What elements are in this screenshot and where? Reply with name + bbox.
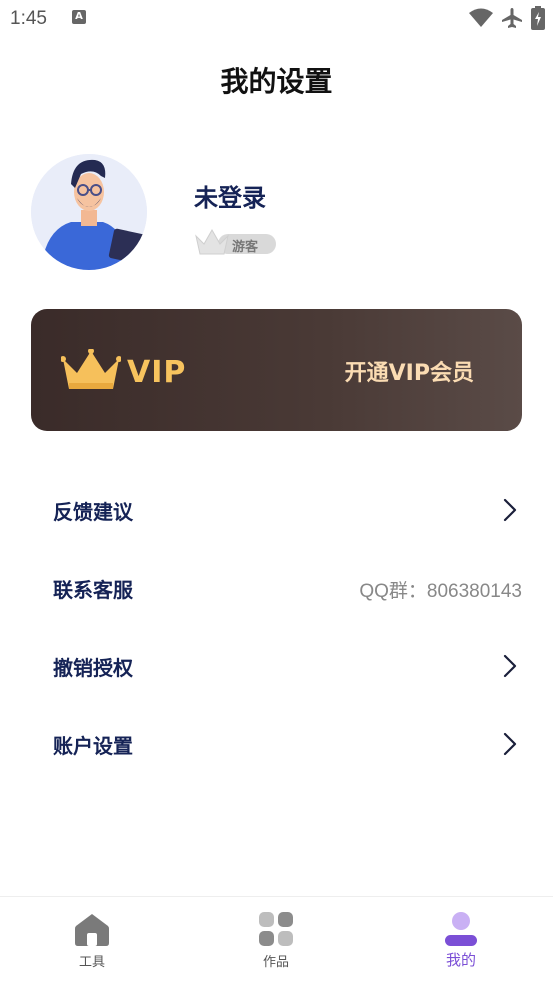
wifi-icon bbox=[469, 8, 493, 27]
chevron-right-icon bbox=[503, 654, 517, 678]
menu-label: 反馈建议 bbox=[53, 500, 133, 524]
menu-item-revoke[interactable]: 撤销授权 bbox=[0, 636, 553, 696]
status-time: 1:45 bbox=[10, 8, 47, 29]
airplane-icon bbox=[502, 8, 522, 28]
status-bar: 1:45 A bbox=[0, 0, 553, 36]
page-title: 我的设置 bbox=[220, 65, 333, 98]
open-vip-button[interactable]: 开通VIP会员 bbox=[345, 355, 474, 387]
home-icon bbox=[75, 914, 109, 946]
menu-label: 联系客服 bbox=[53, 578, 133, 602]
nav-label: 作品 bbox=[262, 955, 289, 970]
person-icon bbox=[445, 912, 477, 946]
qq-group-value: QQ群：806380143 bbox=[359, 581, 522, 602]
chevron-right-icon bbox=[503, 732, 517, 756]
menu-item-account[interactable]: 账户设置 bbox=[0, 714, 553, 774]
user-avatar-illustration bbox=[31, 154, 147, 270]
guest-label: 游客 bbox=[232, 240, 259, 255]
status-icons bbox=[469, 6, 545, 30]
vip-logo-text: VIP bbox=[127, 355, 187, 390]
chevron-right-icon bbox=[503, 498, 517, 522]
grid-icon bbox=[259, 912, 293, 946]
nav-item-tools[interactable]: 工具 bbox=[22, 897, 162, 983]
battery-charging-icon bbox=[531, 6, 545, 30]
nav-label: 我的 bbox=[445, 951, 476, 969]
menu-label: 账户设置 bbox=[53, 734, 133, 758]
a-icon: A bbox=[72, 10, 86, 24]
guest-badge: 游客 bbox=[194, 228, 276, 256]
crown-icon bbox=[61, 349, 121, 389]
vip-banner[interactable]: VIP 开通VIP会员 bbox=[31, 309, 522, 431]
avatar[interactable] bbox=[31, 154, 147, 270]
menu-item-contact[interactable]: 联系客服 QQ群：806380143 bbox=[0, 558, 553, 618]
bottom-nav: 工具 作品 我的 bbox=[0, 896, 553, 983]
menu-label: 撤销授权 bbox=[53, 656, 133, 680]
menu-item-feedback[interactable]: 反馈建议 bbox=[0, 480, 553, 540]
nav-item-mine[interactable]: 我的 bbox=[391, 897, 531, 983]
nav-item-works[interactable]: 作品 bbox=[206, 897, 346, 983]
crown-icon bbox=[195, 228, 229, 255]
user-name[interactable]: 未登录 bbox=[194, 178, 266, 213]
nav-label: 工具 bbox=[78, 955, 105, 970]
